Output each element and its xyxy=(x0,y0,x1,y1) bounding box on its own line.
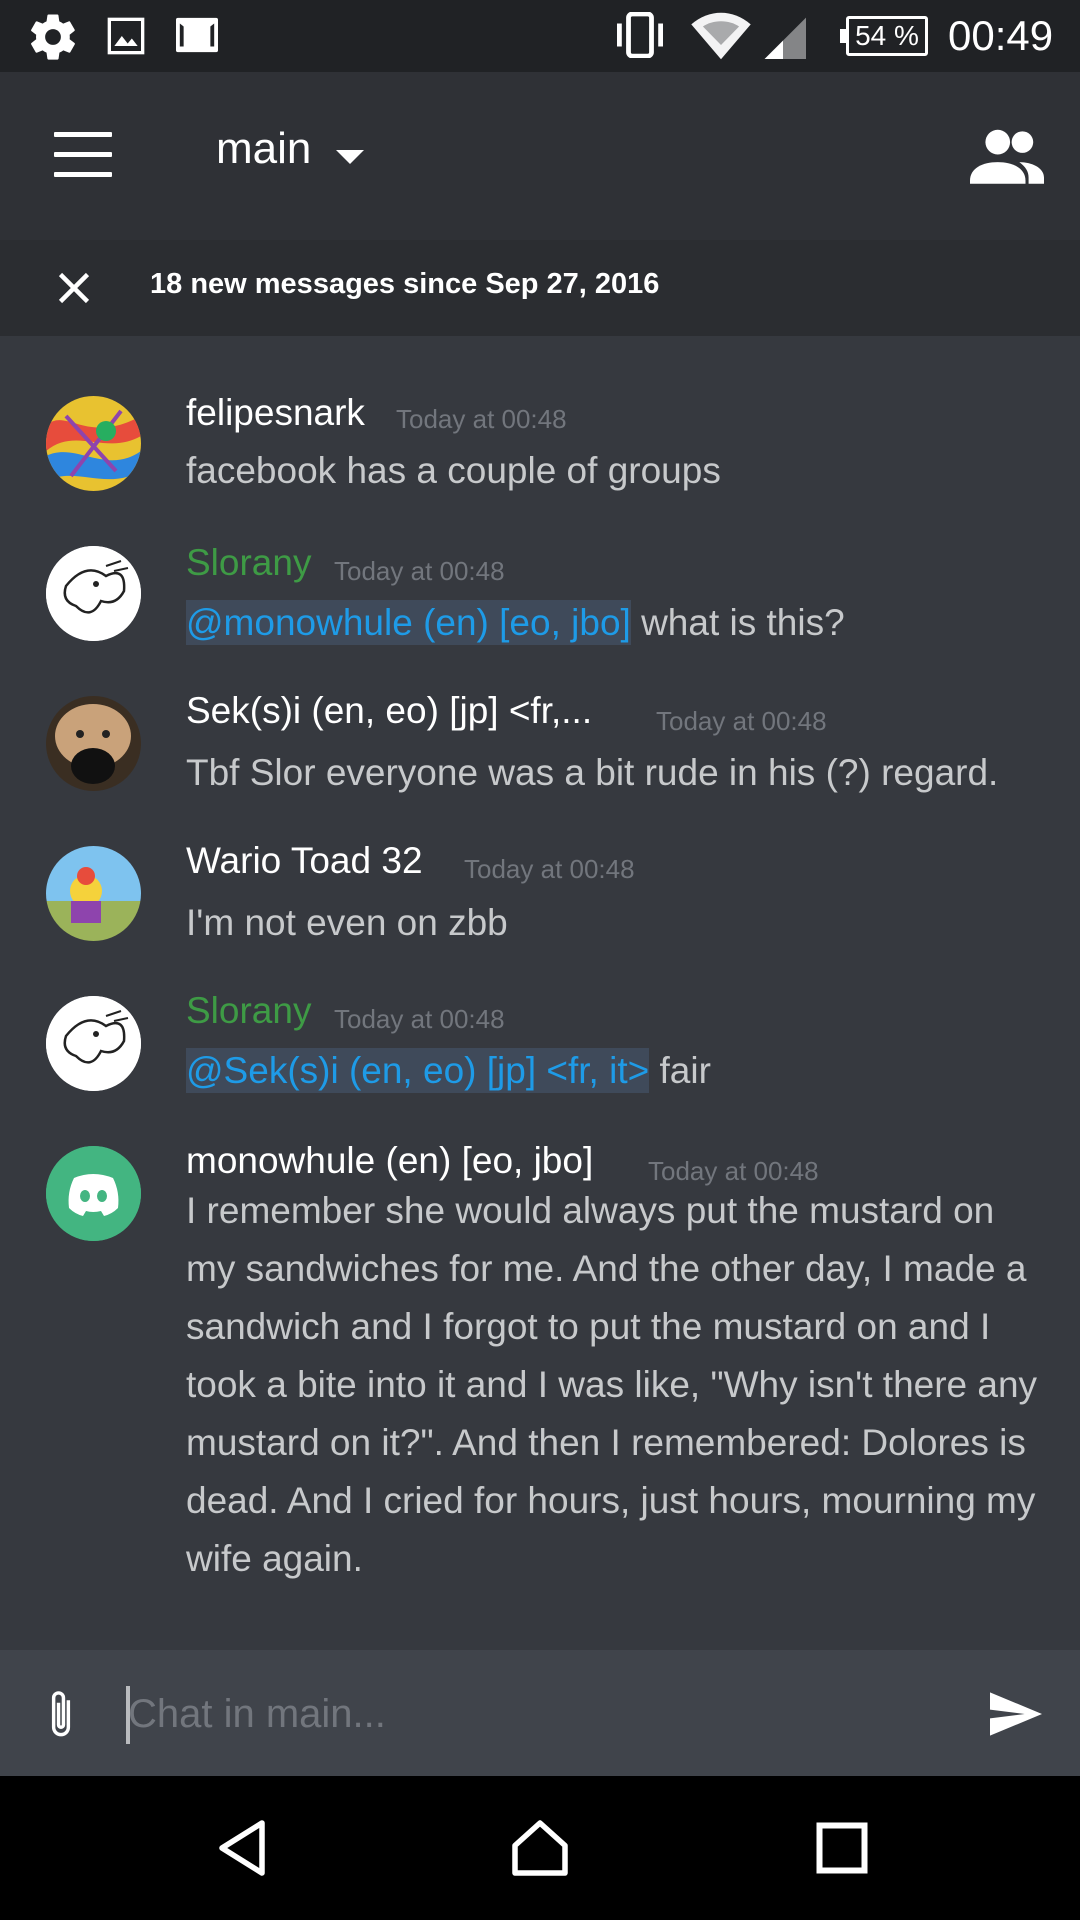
new-messages-banner[interactable]: 18 new messages since Sep 27, 2016 xyxy=(0,240,1080,336)
avatar[interactable] xyxy=(46,996,141,1091)
username[interactable]: Sek(s)i (en, eo) [jp] <fr,... xyxy=(186,690,592,732)
settings-icon xyxy=(31,14,75,60)
clock: 00:49 xyxy=(948,12,1054,59)
message-text: facebook has a couple of groups xyxy=(186,450,721,491)
mention[interactable]: @Sek(s)i (en, eo) [jp] <fr, it> xyxy=(186,1048,650,1093)
timestamp: Today at 00:48 xyxy=(334,556,505,586)
timestamp: Today at 00:48 xyxy=(656,706,827,736)
send-icon[interactable] xyxy=(990,1692,1042,1736)
message-text-rest: fair xyxy=(649,1050,711,1091)
message-text: Tbf Slor everyone was a bit rude in his … xyxy=(186,752,999,793)
members-icon[interactable] xyxy=(970,126,1044,186)
status-bar: 54 % 00:49 xyxy=(0,0,1080,72)
message-text: @Sek(s)i (en, eo) [jp] <fr, it> fair xyxy=(186,1048,711,1093)
username[interactable]: Slorany xyxy=(186,990,311,1032)
username[interactable]: felipesnark xyxy=(186,392,365,434)
timestamp: Today at 00:48 xyxy=(464,854,635,884)
message-text: I remember she would always put the must… xyxy=(186,1190,1038,1579)
timestamp: Today at 00:48 xyxy=(396,404,567,434)
avatar[interactable] xyxy=(46,396,141,491)
message-text: @monowhule (en) [eo, jbo] what is this? xyxy=(186,600,845,645)
mention[interactable]: @monowhule (en) [eo, jbo] xyxy=(186,600,631,645)
home-icon[interactable] xyxy=(510,1818,570,1878)
close-icon[interactable] xyxy=(56,270,92,306)
username[interactable]: monowhule (en) [eo, jbo] xyxy=(186,1140,593,1182)
system-nav-bar xyxy=(0,1776,1080,1920)
avatar[interactable] xyxy=(46,1146,141,1241)
back-icon[interactable] xyxy=(212,1818,272,1878)
vibrate-icon xyxy=(617,12,663,58)
timestamp: Today at 00:48 xyxy=(334,1004,505,1034)
avatar[interactable] xyxy=(46,846,141,941)
battery-icon: 54 % xyxy=(840,16,928,56)
message-text: I'm not even on zbb xyxy=(186,902,508,943)
message-text-rest: what is this? xyxy=(630,602,845,643)
discord-logo-icon xyxy=(46,1146,141,1241)
gmail-icon xyxy=(176,17,218,53)
chat-input-bar xyxy=(0,1650,1080,1776)
recents-icon[interactable] xyxy=(812,1818,872,1878)
message-list[interactable]: felipesnark Today at 00:48 facebook has … xyxy=(0,336,1080,1650)
chat-input[interactable] xyxy=(128,1684,948,1744)
channel-title[interactable]: main xyxy=(216,124,311,174)
new-messages-text: 18 new messages since Sep 27, 2016 xyxy=(150,268,660,300)
hamburger-icon[interactable] xyxy=(54,132,112,178)
signal-icon xyxy=(764,17,806,60)
app-header: main xyxy=(0,72,1080,240)
avatar[interactable] xyxy=(46,696,141,791)
paperclip-icon[interactable] xyxy=(44,1688,78,1742)
partial-message xyxy=(0,336,1080,346)
avatar[interactable] xyxy=(46,546,141,641)
username[interactable]: Slorany xyxy=(186,542,311,584)
wifi-icon xyxy=(691,12,751,60)
image-icon xyxy=(107,17,145,55)
chevron-down-icon[interactable] xyxy=(336,150,364,164)
username[interactable]: Wario Toad 32 xyxy=(186,840,423,882)
